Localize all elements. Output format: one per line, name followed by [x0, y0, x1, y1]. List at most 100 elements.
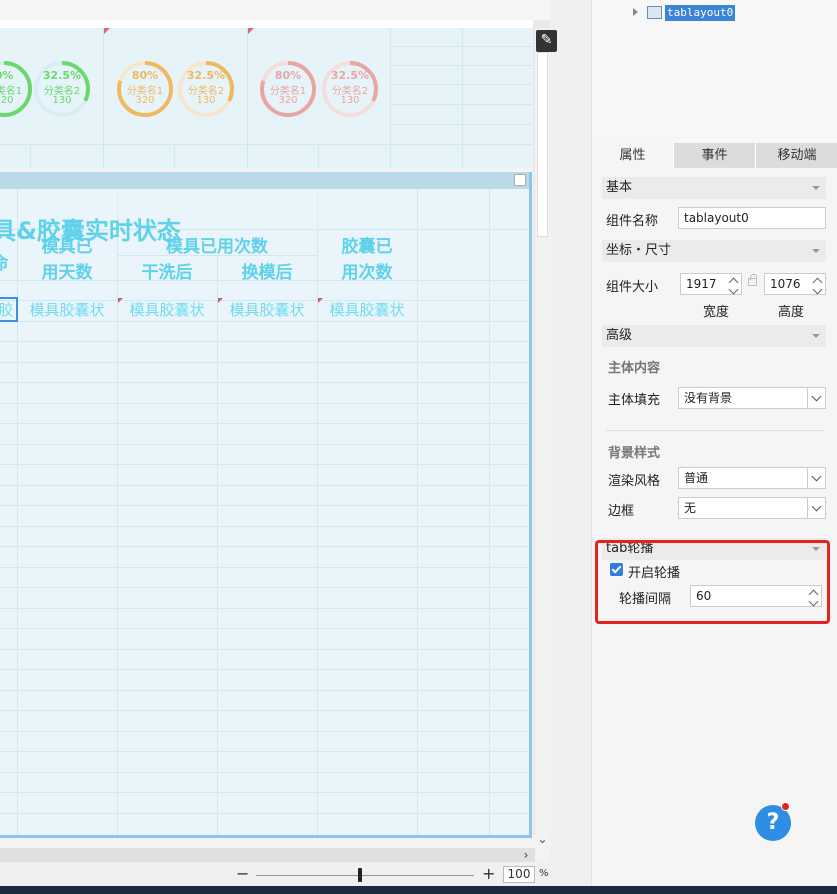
tab-layout-bar [0, 172, 529, 189]
zoom-slider-thumb[interactable] [358, 868, 362, 882]
gauge-value: 320 [0, 95, 14, 106]
canvas-top-bar [0, 0, 550, 20]
collapse-icon [812, 249, 820, 253]
gauge-value: 130 [52, 95, 72, 106]
column-header: 模具已 [41, 237, 93, 257]
gauge-chart: 80% 分类名1 320 [116, 60, 174, 118]
render-style-value: 普通 [684, 471, 709, 485]
tab-events[interactable]: 事件 [674, 143, 756, 168]
component-name-input[interactable]: tablayout0 [678, 207, 826, 229]
component-tree: tablayout0 [592, 0, 837, 142]
body-fill-value: 没有背景 [684, 391, 733, 405]
gauge-percent: 32.5% [42, 69, 82, 82]
body-content-title: 主体内容 [608, 361, 661, 376]
tree-node-label[interactable]: tablayout0 [665, 5, 736, 21]
render-style-label: 渲染风格 [608, 474, 661, 489]
vertical-scrollbar-thumb[interactable] [537, 52, 548, 237]
column-header: 换模后 [241, 263, 293, 283]
body-fill-label: 主体填充 [608, 393, 661, 408]
highlight-annotation [595, 540, 830, 624]
gauge-value: 320 [278, 95, 298, 106]
taskbar [0, 886, 837, 894]
component-name-label: 组件名称 [606, 214, 659, 229]
zoom-unit: % [539, 868, 549, 879]
divider [606, 430, 824, 431]
gauge-value: 130 [196, 95, 216, 106]
border-value: 无 [684, 501, 697, 515]
stepper-icon[interactable] [728, 275, 740, 295]
scroll-right-arrow-icon[interactable]: › [518, 848, 534, 862]
column-header: 用次数 [341, 263, 393, 283]
width-input[interactable]: 1917 [680, 273, 742, 295]
width-caption: 宽度 [703, 305, 730, 320]
section-title: 基本 [606, 180, 633, 195]
gauge-chart: 0% 分类名1 320 [0, 60, 33, 118]
table-cell[interactable]: 胶 [0, 297, 18, 322]
column-header: 干洗后 [141, 263, 193, 283]
gauge-chart: 32.5% 分类名2 130 [321, 60, 379, 118]
height-input[interactable]: 1076 [764, 273, 826, 295]
gauge-percent: 80% [274, 69, 302, 82]
cell-marker [248, 28, 254, 34]
section-advanced[interactable]: 高级 [602, 325, 826, 347]
table-cell[interactable]: 模具胶囊状 [17, 299, 117, 320]
tab-mobile[interactable]: 移动端 [756, 143, 837, 168]
chevron-down-icon [807, 468, 825, 488]
table-cell[interactable]: 模具胶囊状 [217, 299, 317, 320]
stepper-icon[interactable] [812, 275, 824, 295]
column-header: 用天数 [41, 263, 93, 283]
cell-marker [104, 28, 110, 34]
zoom-bar [0, 862, 550, 886]
border-label: 边框 [608, 504, 635, 519]
table-cell[interactable]: 模具胶囊状 [317, 299, 417, 320]
gauge-chart: 32.5% 分类名2 130 [177, 60, 235, 118]
enable-carousel-checkbox[interactable] [610, 563, 623, 576]
canvas-ruler [0, 20, 533, 28]
column-header: 命 [0, 249, 10, 274]
border-select[interactable]: 无 [678, 497, 826, 519]
lock-icon[interactable] [748, 274, 757, 286]
column-header: 胶囊已 [341, 237, 393, 257]
zoom-input[interactable]: 100 [503, 866, 535, 883]
resize-handle[interactable] [514, 174, 526, 186]
column-header: 模具已用次数 [166, 237, 268, 257]
gauge-value: 320 [135, 95, 155, 106]
horizontal-scrollbar[interactable] [0, 848, 535, 862]
height-value: 1076 [770, 277, 801, 291]
gauge-percent: 0% [0, 69, 14, 82]
gauge-percent: 32.5% [186, 69, 226, 82]
layout-icon [647, 6, 662, 19]
edit-icon[interactable]: ✎ [536, 30, 557, 52]
table-cell[interactable]: 模具胶囊状 [117, 299, 217, 320]
gauge-chart: 32.5% 分类名2 130 [33, 60, 91, 118]
render-style-select[interactable]: 普通 [678, 467, 826, 489]
bg-style-title: 背景样式 [608, 446, 661, 461]
tab-layout-component[interactable]: 具&胶囊实时状态 命 模具已 用天数 模具已用次数 干洗后 换模后 胶囊已 用次… [0, 172, 532, 838]
zoom-out-icon[interactable]: − [236, 864, 249, 883]
width-value: 1917 [686, 277, 717, 291]
gauge-percent: 32.5% [330, 69, 370, 82]
expand-arrow-icon[interactable] [633, 8, 638, 16]
zoom-slider[interactable] [256, 875, 474, 876]
height-caption: 高度 [778, 305, 805, 320]
dashboard-gauge-area[interactable]: 0% 分类名1 320 32.5% 分类名2 130 80% 分类名1 320 … [0, 28, 533, 168]
body-fill-select[interactable]: 没有背景 [678, 387, 826, 409]
component-size-label: 组件大小 [606, 280, 659, 295]
notification-dot [781, 802, 790, 811]
scroll-down-arrow-icon[interactable]: ⌄ [535, 830, 550, 848]
gauge-chart: 80% 分类名1 320 [259, 60, 317, 118]
zoom-in-icon[interactable]: + [482, 864, 495, 883]
panel-tabs: 属性 事件 移动端 [592, 143, 837, 168]
section-coords[interactable]: 坐标・尺寸 [602, 240, 826, 262]
design-canvas[interactable]: ⌄ 0% 分类名1 320 32.5% 分类名2 130 [0, 0, 557, 862]
gauge-percent: 80% [131, 69, 159, 82]
collapse-icon [812, 334, 820, 338]
gauge-value: 130 [340, 95, 360, 106]
tab-properties[interactable]: 属性 [592, 143, 674, 168]
collapse-icon [812, 186, 820, 190]
chevron-down-icon [807, 388, 825, 408]
chevron-down-icon [807, 498, 825, 518]
report-grid[interactable]: 具&胶囊实时状态 命 模具已 用天数 模具已用次数 干洗后 换模后 胶囊已 用次… [0, 189, 529, 835]
section-title: 坐标・尺寸 [606, 243, 672, 258]
section-basic[interactable]: 基本 [602, 177, 826, 199]
